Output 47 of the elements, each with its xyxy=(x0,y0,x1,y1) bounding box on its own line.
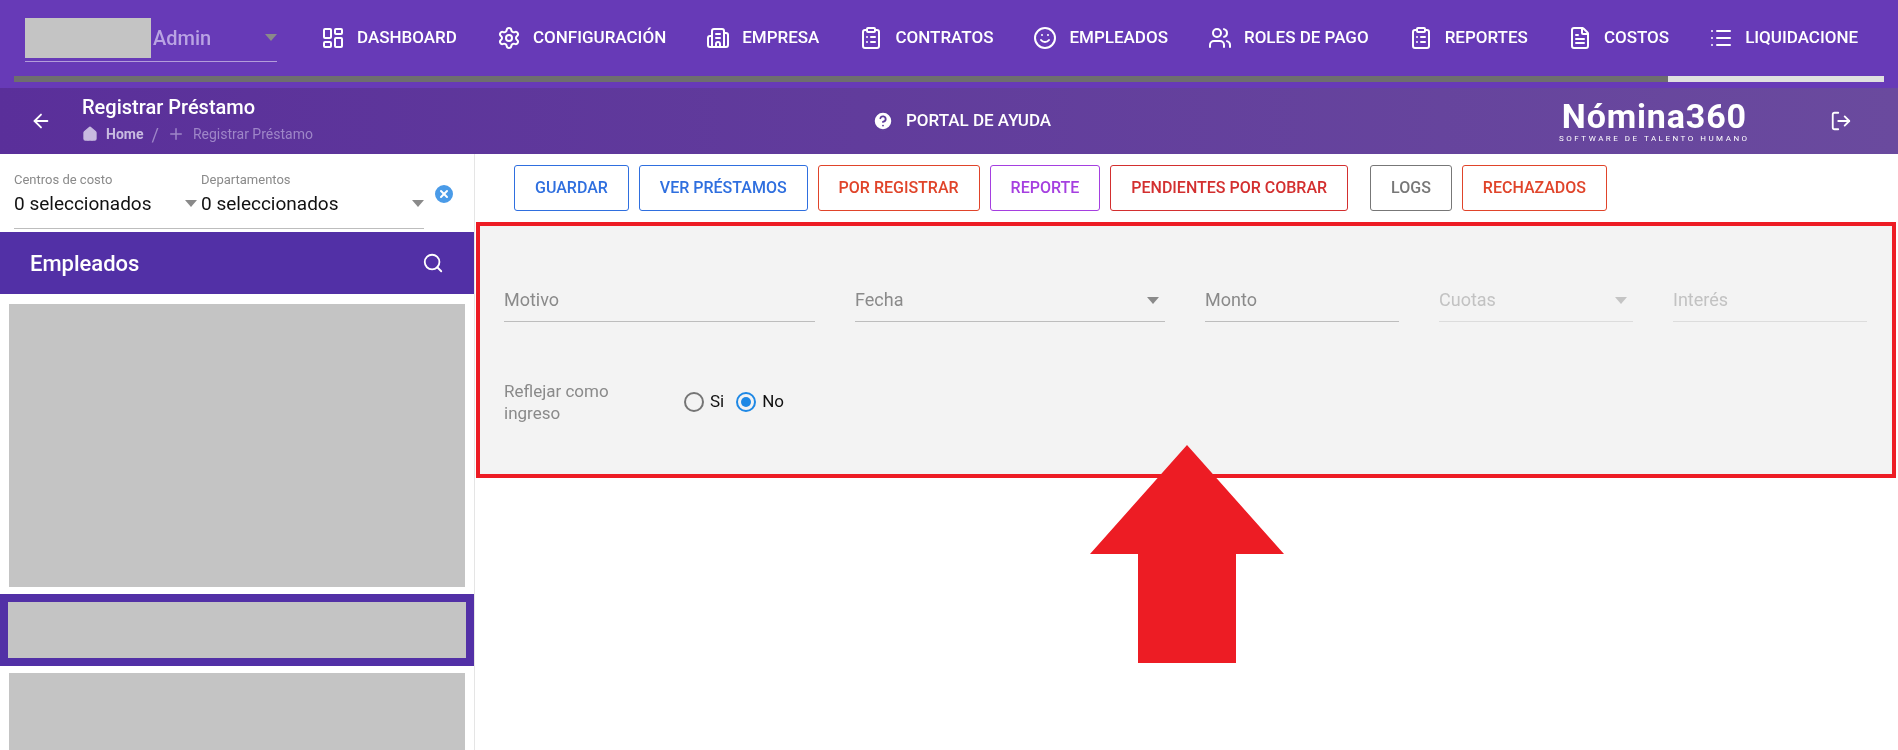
employees-header: Empleados xyxy=(0,232,474,294)
page-title: Registrar Préstamo xyxy=(82,94,257,119)
action-button[interactable]: POR REGISTRAR xyxy=(817,165,980,211)
nav-link[interactable]: DASHBOARD xyxy=(321,25,457,51)
building-icon xyxy=(706,26,731,50)
nav-link[interactable]: EMPRESA xyxy=(706,25,820,51)
form-field[interactable]: Fecha xyxy=(855,278,1165,322)
radio-option[interactable]: Si xyxy=(684,389,725,415)
nav-link[interactable]: COSTOS xyxy=(1567,25,1670,51)
action-button[interactable]: PENDIENTES POR COBRAR xyxy=(1110,165,1349,211)
caret-icon xyxy=(185,200,197,208)
breadcrumb-separator: / xyxy=(151,122,159,147)
nav-link[interactable]: CONFIGURACIÓN xyxy=(496,25,667,51)
filter-select[interactable]: Departamentos 0 seleccionados xyxy=(201,170,424,218)
help-link[interactable]: PORTAL DE AYUDA xyxy=(872,108,1052,134)
employee-item[interactable] xyxy=(0,594,474,666)
action-button[interactable]: LOGS xyxy=(1370,165,1452,211)
form-field[interactable]: Monto xyxy=(1205,278,1399,322)
action-button[interactable]: VER PRÉSTAMOS xyxy=(638,165,808,211)
caret-icon xyxy=(1615,297,1627,304)
form-field[interactable]: Motivo xyxy=(504,278,815,322)
nav-scroll-thumb[interactable] xyxy=(1668,76,1884,82)
filter-select[interactable]: Centros de costo 0 seleccionados xyxy=(14,170,201,218)
logout-icon[interactable] xyxy=(1829,110,1852,132)
search-icon[interactable] xyxy=(422,252,444,274)
help-icon xyxy=(872,110,894,132)
nav-link[interactable]: LIQUIDACIONE xyxy=(1709,25,1859,51)
radio-group-label: Reflejar como ingreso xyxy=(504,380,610,424)
caret-icon xyxy=(412,200,424,208)
caret-icon xyxy=(265,34,277,41)
nav-link[interactable]: CONTRATOS xyxy=(859,25,994,51)
settings-icon xyxy=(496,26,521,50)
breadcrumb-link[interactable]: Home xyxy=(106,123,144,145)
action-button[interactable]: GUARDAR xyxy=(514,165,629,211)
nav-link[interactable]: ROLES DE PAGO xyxy=(1207,25,1369,51)
caret-icon xyxy=(1147,297,1159,304)
dashboard-icon xyxy=(321,26,345,50)
home-icon xyxy=(82,126,98,142)
radio-option[interactable]: No xyxy=(736,389,785,415)
face-icon xyxy=(1033,26,1058,50)
clear-icon[interactable] xyxy=(432,182,456,206)
logo: Nómina360 SOFTWARE DE TALENTO HUMANO xyxy=(1559,99,1750,143)
action-button[interactable]: RECHAZADOS xyxy=(1461,165,1607,211)
action-button[interactable]: REPORTE xyxy=(989,165,1101,211)
people-icon xyxy=(1207,26,1232,50)
nav-link[interactable]: EMPLEADOS xyxy=(1033,25,1168,51)
nav-link[interactable]: REPORTES xyxy=(1408,25,1528,51)
